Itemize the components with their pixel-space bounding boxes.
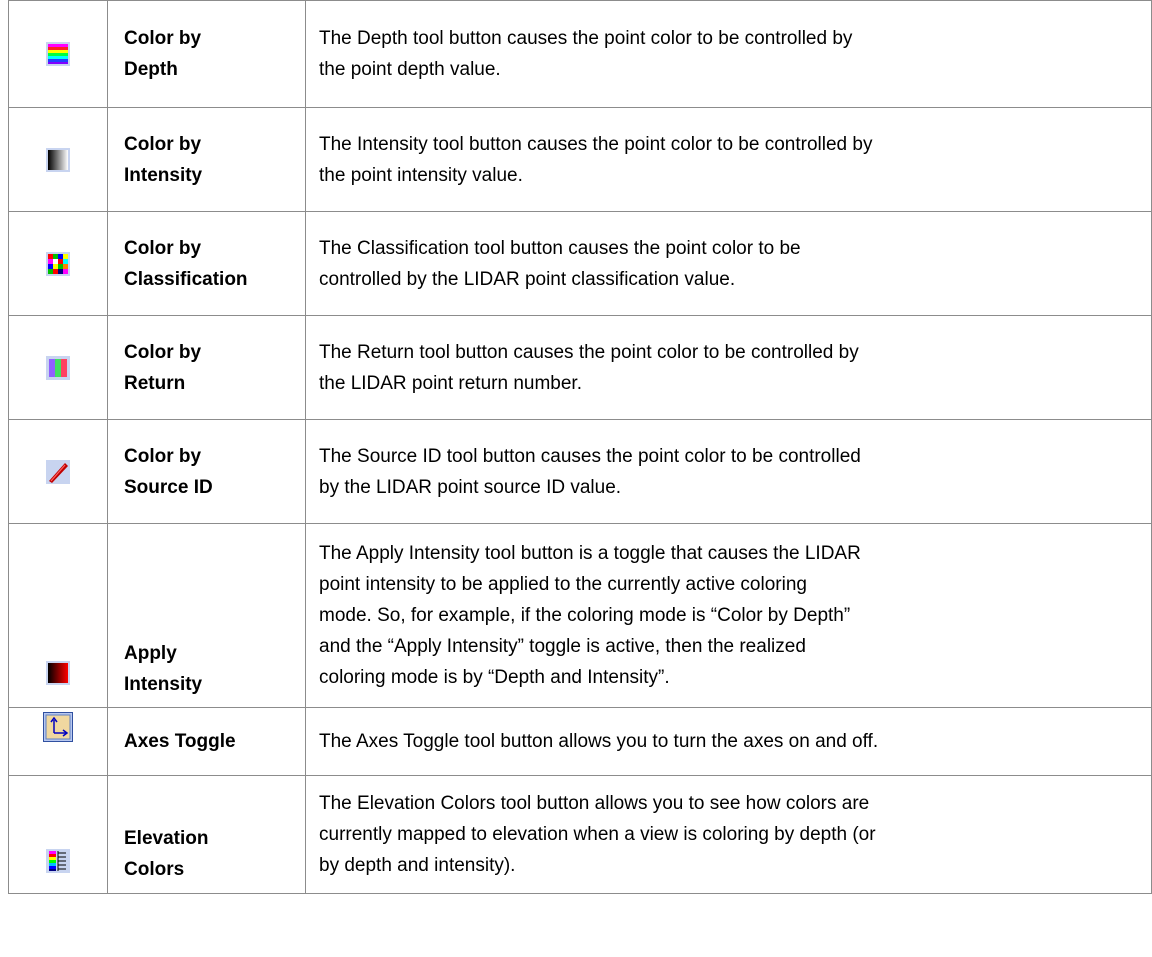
color-by-intensity-icon [46, 147, 70, 172]
tool-name-cell: Color by Classification [107, 211, 306, 316]
tool-description-cell: The Apply Intensity tool button is a tog… [305, 523, 1152, 708]
tool-name: Color by Return [124, 341, 202, 394]
tool-description: The Return tool button causes the point … [319, 341, 859, 394]
table-row: Color by Intensity The Intensity tool bu… [8, 107, 1152, 212]
tool-name: Color by Intensity [124, 133, 203, 186]
tool-description: The Source ID tool button causes the poi… [319, 445, 861, 498]
tool-description: The Elevation Colors tool button allows … [319, 793, 876, 876]
tool-description: The Apply Intensity tool button is a tog… [319, 543, 861, 688]
table-row: Color by Classification The Classificati… [8, 211, 1152, 316]
tool-description: The Depth tool button causes the point c… [319, 28, 853, 80]
tool-description: The Intensity tool button causes the poi… [319, 133, 873, 186]
icon-cell [8, 523, 108, 708]
tool-description-cell: The Return tool button causes the point … [305, 315, 1152, 420]
tool-description: The Axes Toggle tool button allows you t… [319, 731, 879, 752]
table-row: Color by Source ID The Source ID tool bu… [8, 419, 1152, 524]
tool-name: Axes Toggle [124, 731, 236, 752]
icon-cell [8, 315, 108, 420]
table-row: Axes Toggle The Axes Toggle tool button … [8, 707, 1152, 776]
icon-cell [8, 707, 108, 776]
tool-description-cell: The Depth tool button causes the point c… [305, 0, 1152, 108]
tool-name-cell: Color by Depth [107, 0, 306, 108]
icon-cell [8, 211, 108, 316]
tool-description-cell: The Source ID tool button causes the poi… [305, 419, 1152, 524]
tool-name-cell: Apply Intensity [107, 523, 306, 708]
color-by-return-icon [46, 355, 70, 380]
toolbar-reference-table: Color by Depth The Depth tool button cau… [8, 0, 1152, 894]
color-by-depth-icon [46, 42, 70, 66]
elevation-colors-icon [46, 849, 70, 873]
icon-cell [8, 419, 108, 524]
tool-name: Color by Classification [124, 237, 248, 290]
table-row: Apply Intensity The Apply Intensity tool… [8, 523, 1152, 708]
tool-name: Apply Intensity [124, 643, 203, 695]
tool-description-cell: The Classification tool button causes th… [305, 211, 1152, 316]
color-by-classification-icon [46, 251, 70, 276]
tool-name: Color by Depth [124, 28, 202, 80]
tool-name: Color by Source ID [124, 445, 213, 498]
tool-name-cell: Axes Toggle [107, 707, 306, 776]
tool-description-cell: The Intensity tool button causes the poi… [305, 107, 1152, 212]
table-row: Color by Return The Return tool button c… [8, 315, 1152, 420]
axes-toggle-icon [43, 712, 73, 742]
tool-name-cell: Elevation Colors [107, 775, 306, 894]
tool-name-cell: Color by Intensity [107, 107, 306, 212]
table-row: Elevation Colors The Elevation Colors to… [8, 775, 1152, 894]
tool-description-cell: The Elevation Colors tool button allows … [305, 775, 1152, 894]
icon-cell [8, 0, 108, 108]
tool-name: Elevation Colors [124, 828, 209, 880]
icon-cell [8, 107, 108, 212]
icon-cell [8, 775, 108, 894]
tool-name-cell: Color by Source ID [107, 419, 306, 524]
color-by-source-id-icon [46, 459, 70, 484]
tool-description-cell: The Axes Toggle tool button allows you t… [305, 707, 1152, 776]
apply-intensity-icon [46, 661, 70, 685]
tool-description: The Classification tool button causes th… [319, 237, 801, 290]
table-row: Color by Depth The Depth tool button cau… [8, 0, 1152, 108]
tool-name-cell: Color by Return [107, 315, 306, 420]
